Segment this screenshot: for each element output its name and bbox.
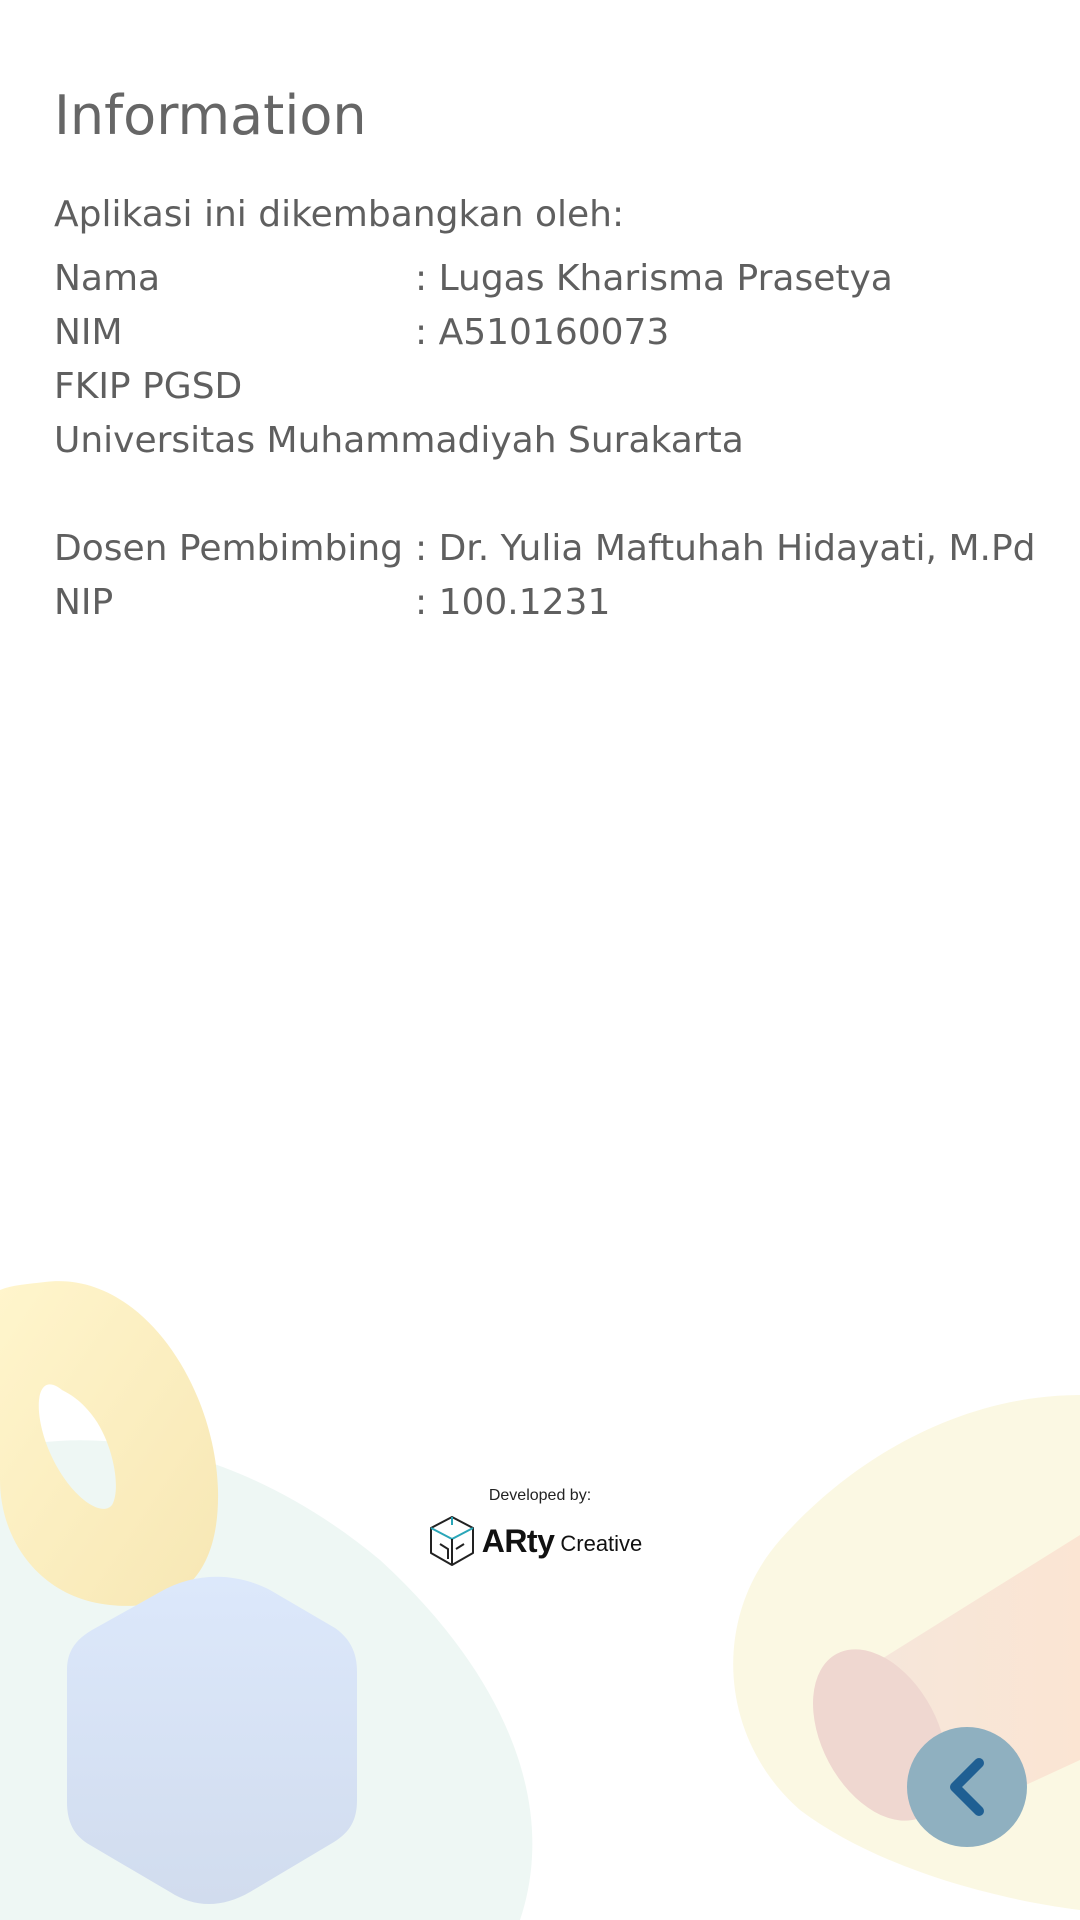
developed-by-label: Developed by: — [488, 1487, 592, 1504]
supervisor-label: Dosen Pembimbing — [54, 528, 403, 569]
name-value: : Lugas Kharisma Prasetya — [415, 258, 893, 299]
back-button[interactable] — [907, 1727, 1027, 1847]
brand-name: ARty — [481, 1522, 555, 1559]
developer-credits: Developed by: ARty Creative — [0, 1485, 1080, 1571]
cube-shape — [67, 1576, 357, 1904]
cube-logo-icon — [429, 1516, 474, 1566]
faculty-text: FKIP PGSD — [54, 366, 243, 407]
developer-name-row: Nama : Lugas Kharisma Prasetya — [54, 252, 1034, 306]
supervisor-nip-row: NIP : 100.1231 — [54, 576, 1034, 630]
name-label: Nama — [54, 258, 161, 299]
university-text: Universitas Muhammadiyah Surakarta — [54, 420, 744, 461]
nim-value: : A510160073 — [415, 312, 670, 353]
supervisor-value: : Dr. Yulia Maftuhah Hidayati, M.Pd — [415, 528, 1036, 569]
brand-logo: ARty Creative — [428, 1515, 643, 1567]
nip-value: : 100.1231 — [415, 582, 611, 623]
nip-label: NIP — [54, 582, 114, 623]
chevron-left-icon — [950, 1758, 984, 1816]
yellow-blob-shape — [733, 1395, 1080, 1910]
nim-label: NIM — [54, 312, 123, 353]
page-title: Information — [54, 84, 367, 147]
info-content: Information Aplikasi ini dikembangkan ol… — [54, 80, 1036, 630]
developer-nim-row: NIM : A510160073 — [54, 306, 1034, 360]
brand-sub: Creative — [560, 1531, 643, 1556]
information-screen: Information Aplikasi ini dikembangkan ol… — [0, 0, 1080, 1920]
supervisor-row: Dosen Pembimbing : Dr. Yulia Maftuhah Hi… — [54, 522, 1036, 576]
intro-text: Aplikasi ini dikembangkan oleh: — [54, 194, 625, 235]
